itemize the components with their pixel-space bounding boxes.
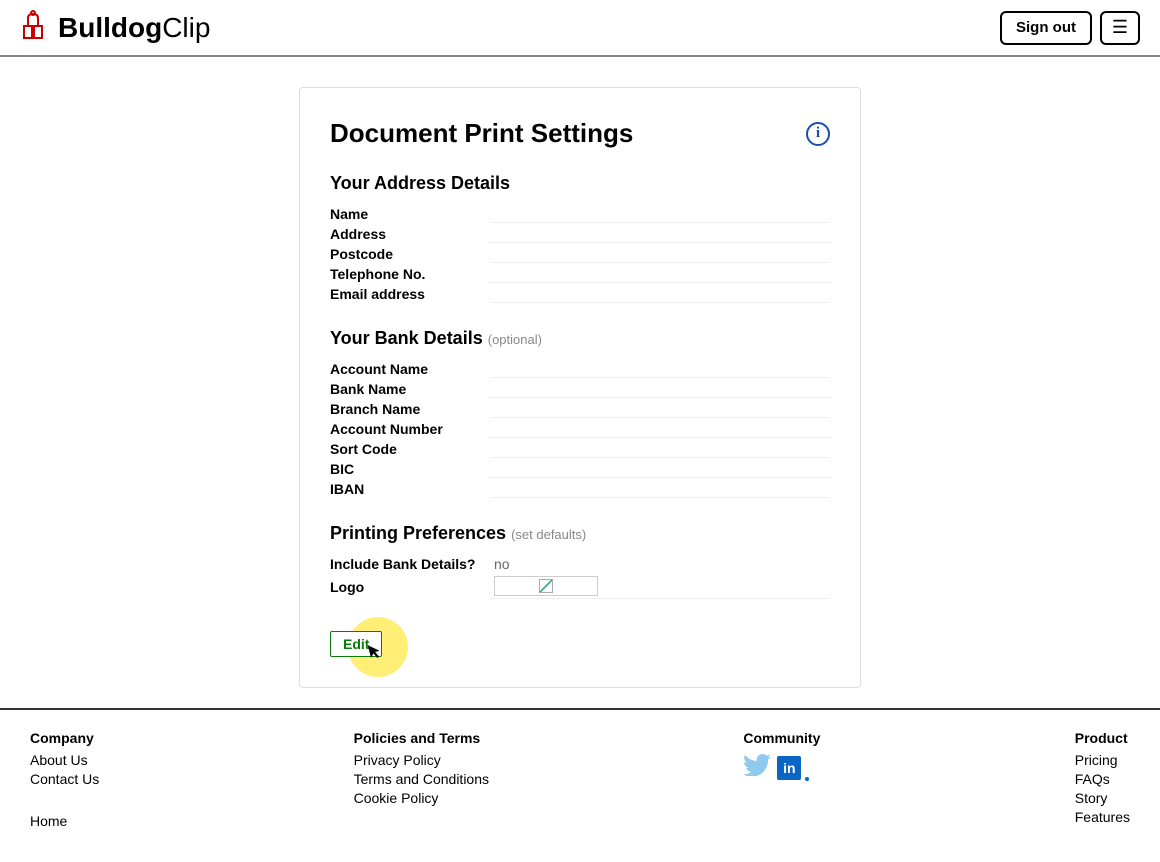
field-name: Name [330, 204, 830, 224]
footer-link-home[interactable]: Home [30, 813, 99, 829]
field-account-name: Account Name [330, 359, 830, 379]
edit-highlight: Edit [330, 631, 382, 657]
field-email: Email address [330, 284, 830, 304]
footer-link-contact[interactable]: Contact Us [30, 771, 99, 787]
footer-link-story[interactable]: Story [1075, 790, 1130, 806]
field-include-bank: Include Bank Details? no [330, 554, 830, 574]
footer-policies: Policies and Terms Privacy Policy Terms … [354, 730, 489, 832]
field-logo: Logo [330, 574, 830, 599]
field-address: Address [330, 224, 830, 244]
sign-out-button[interactable]: Sign out [1000, 11, 1092, 45]
field-telephone: Telephone No. [330, 264, 830, 284]
main-content: Document Print Settings i Your Address D… [0, 57, 1160, 708]
twitter-icon[interactable] [743, 752, 771, 783]
menu-icon: ☰ [1112, 17, 1128, 38]
linkedin-icon[interactable]: in [777, 756, 801, 780]
footer-link-about[interactable]: About Us [30, 752, 99, 768]
address-section: Your Address Details Name Address Postco… [330, 173, 830, 304]
page-title: Document Print Settings [330, 118, 633, 149]
printing-section-title: Printing Preferences (set defaults) [330, 523, 830, 544]
footer-link-privacy[interactable]: Privacy Policy [354, 752, 489, 768]
footer-company: Company About Us Contact Us Home [30, 730, 99, 832]
info-icon[interactable]: i [806, 122, 830, 146]
footer-product: Product Pricing FAQs Story Features [1075, 730, 1130, 832]
field-iban: IBAN [330, 479, 830, 499]
header-actions: Sign out ☰ [1000, 11, 1140, 45]
printing-section: Printing Preferences (set defaults) Incl… [330, 523, 830, 599]
bank-section: Your Bank Details (optional) Account Nam… [330, 328, 830, 499]
field-bic: BIC [330, 459, 830, 479]
footer-community: Community in [743, 730, 820, 832]
field-sort-code: Sort Code [330, 439, 830, 459]
footer-link-terms[interactable]: Terms and Conditions [354, 771, 489, 787]
field-account-number: Account Number [330, 419, 830, 439]
field-branch-name: Branch Name [330, 399, 830, 419]
brand-logo[interactable]: BulldogClip [20, 8, 210, 47]
address-section-title: Your Address Details [330, 173, 830, 194]
bank-section-title: Your Bank Details (optional) [330, 328, 830, 349]
field-bank-name: Bank Name [330, 379, 830, 399]
field-postcode: Postcode [330, 244, 830, 264]
header: BulldogClip Sign out ☰ [0, 0, 1160, 57]
footer-link-faqs[interactable]: FAQs [1075, 771, 1130, 787]
footer-link-cookie[interactable]: Cookie Policy [354, 790, 489, 806]
footer-link-features[interactable]: Features [1075, 809, 1130, 825]
logo-preview [494, 576, 598, 596]
settings-card: Document Print Settings i Your Address D… [299, 87, 861, 688]
brand-text: BulldogClip [58, 12, 210, 44]
menu-button[interactable]: ☰ [1100, 11, 1140, 45]
bulldog-clip-icon [20, 8, 54, 47]
footer-link-pricing[interactable]: Pricing [1075, 752, 1130, 768]
footer: Company About Us Contact Us Home Policie… [0, 708, 1160, 862]
